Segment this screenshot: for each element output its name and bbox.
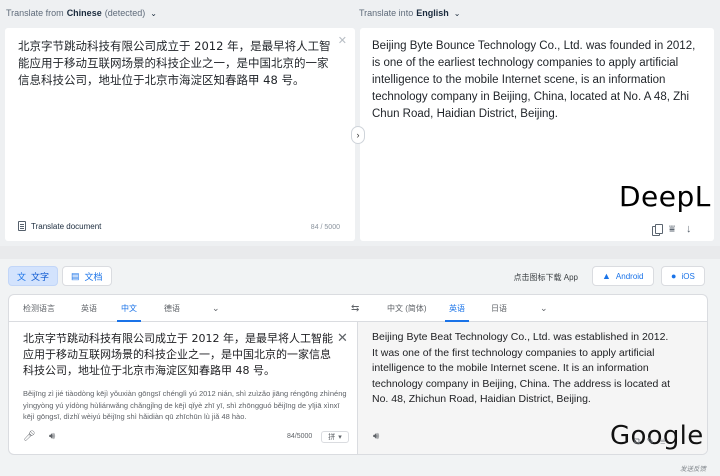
character-count: 84 / 5000 — [310, 224, 340, 231]
share-icon[interactable]: ⩸ — [669, 224, 679, 235]
source-language-prefix: Translate from — [6, 8, 64, 18]
language-bar: 检测语言 英语 中文 德语 ⌄ ⇆ 中文 (简体) 英语 日语 ⌄ — [9, 295, 707, 322]
ios-label: iOS — [681, 271, 695, 281]
source-lang-chinese[interactable]: 中文 — [117, 295, 141, 322]
chevron-down-icon[interactable]: ⌄ — [212, 295, 220, 322]
translation-panel: Beijing Byte Bounce Technology Co., Ltd.… — [360, 28, 714, 241]
speaker-icon[interactable]: 🔊︎ — [373, 431, 379, 442]
android-label: Android — [615, 271, 644, 281]
input-method-label: 拼 — [328, 433, 336, 441]
android-app-button[interactable]: ▲ Android — [592, 266, 654, 286]
download-icon[interactable]: ↓ — [686, 224, 696, 235]
swap-icon[interactable]: ⇆ — [351, 295, 359, 322]
source-language-selector[interactable]: Translate from Chinese (detected) ⌄ — [6, 8, 157, 18]
translation-output: Beijing Byte Bounce Technology Co., Ltd.… — [372, 40, 696, 120]
close-icon[interactable]: ✕ — [337, 330, 348, 346]
microphone-icon[interactable]: 🎤︎ — [23, 431, 36, 442]
deepl-translator: Translate from Chinese (detected) ⌄ Tran… — [0, 0, 720, 246]
copy-icon[interactable] — [652, 224, 663, 236]
document-mode-label: 文档 — [84, 271, 103, 282]
chevron-down-icon: ⌄ — [453, 8, 461, 18]
source-text-panel[interactable]: 北京字节跳动科技有限公司成立于 2012 年，是最早将人工智能应用于移动互联网场… — [5, 28, 355, 241]
target-language-selector[interactable]: Translate into English ⌄ — [359, 8, 460, 18]
target-lang-chinese-simplified[interactable]: 中文 (简体) — [383, 295, 431, 322]
target-language-name: English — [416, 8, 449, 18]
swap-languages-button[interactable]: › — [351, 126, 365, 144]
target-lang-english[interactable]: 英语 — [445, 295, 469, 322]
android-icon: ▲ — [602, 271, 611, 281]
thumbs-icon[interactable]: ✎ — [646, 436, 654, 447]
copy-icon[interactable]: ⧉ — [634, 436, 640, 447]
speaker-icon[interactable]: 🔊︎ — [49, 431, 55, 442]
translation-output: Beijing Byte Beat Technology Co., Ltd. w… — [372, 331, 671, 405]
transliteration-text: Běijīng zì jié tiàodòng kējì yǒuxiàn gōn… — [23, 389, 347, 421]
share-icon[interactable]: ⩸ — [660, 436, 665, 447]
document-mode-button[interactable]: ▤ 文档 — [62, 266, 112, 286]
document-icon — [18, 221, 26, 231]
source-text-input[interactable]: 北京字节跳动科技有限公司成立于 2012 年，是最早将人工智能应用于移动互联网场… — [23, 331, 341, 379]
translation-actions: ⧉ ✎ ⩸ — [634, 436, 665, 447]
translate-document-button[interactable]: Translate document — [18, 221, 101, 231]
translate-icon: 文 — [17, 271, 27, 282]
source-language-detected: (detected) — [104, 8, 146, 18]
document-icon: ▤ — [71, 270, 80, 281]
target-language-prefix: Translate into — [359, 8, 414, 18]
send-feedback-link[interactable]: 发送反馈 — [680, 463, 706, 473]
source-lang-english[interactable]: 英语 — [77, 295, 101, 322]
apple-icon: ● — [671, 271, 677, 281]
chevron-right-icon: › — [356, 130, 360, 140]
deepl-logo: DeepL — [619, 180, 711, 213]
source-text-input[interactable]: 北京字节跳动科技有限公司成立于 2012 年，是最早将人工智能应用于移动互联网场… — [18, 38, 338, 89]
source-language-name: Chinese — [66, 8, 102, 18]
chevron-down-icon: ⌄ — [150, 8, 157, 18]
mode-toolbar: 文 文字 ▤ 文档 点击图标下载 App ▲ Android ● iOS — [0, 259, 720, 293]
app-download-hint: 点击图标下载 App — [513, 273, 578, 282]
source-toolbar: 🎤︎ 🔊︎ 84/5000 拼 ▾ — [23, 431, 349, 445]
caret-down-icon: ▾ — [338, 433, 342, 441]
chevron-down-icon[interactable]: ⌄ — [540, 295, 548, 322]
close-icon[interactable]: ✕ — [338, 34, 347, 47]
character-count: 84/5000 — [287, 433, 313, 440]
source-lang-detect[interactable]: 检测语言 — [19, 295, 59, 322]
ios-app-button[interactable]: ● iOS — [661, 266, 705, 286]
translation-actions: ⩸ ↓ — [652, 224, 696, 236]
text-mode-label: 文字 — [31, 271, 50, 282]
source-lang-german[interactable]: 德语 — [160, 295, 184, 322]
translation-card: 检测语言 英语 中文 德语 ⌄ ⇆ 中文 (简体) 英语 日语 ⌄ 北京字节跳动… — [8, 294, 708, 455]
panel-divider — [357, 322, 358, 454]
input-method-selector[interactable]: 拼 ▾ — [321, 431, 349, 443]
translate-document-label: Translate document — [31, 221, 102, 231]
text-mode-button[interactable]: 文 文字 — [8, 266, 59, 286]
target-lang-japanese[interactable]: 日语 — [487, 295, 511, 322]
